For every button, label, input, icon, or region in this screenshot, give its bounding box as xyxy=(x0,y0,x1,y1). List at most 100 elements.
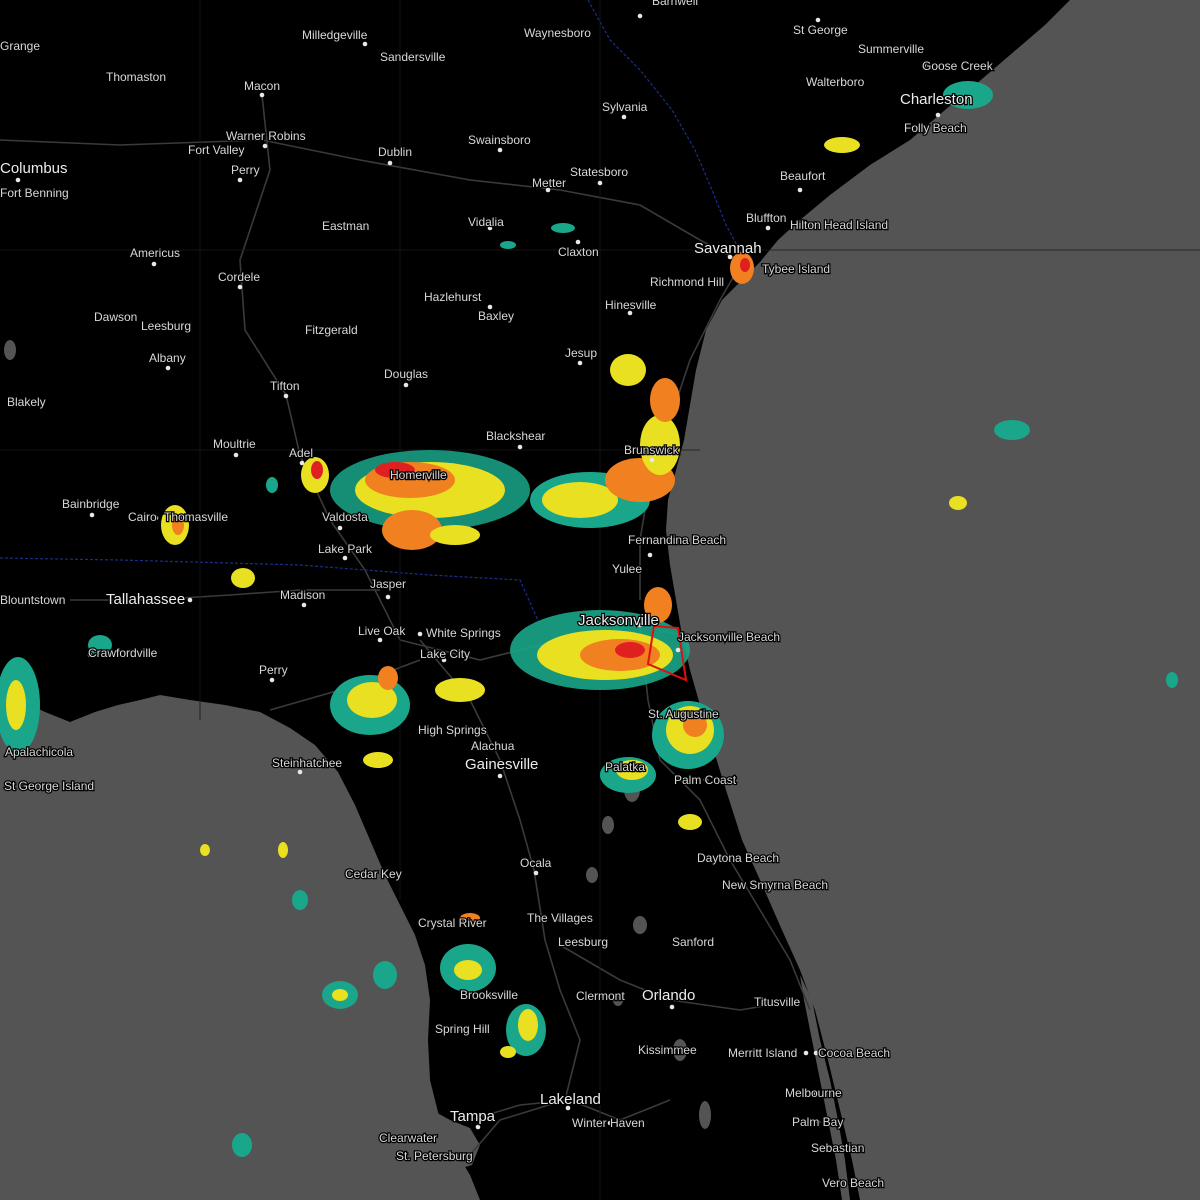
city-label: Leesburg xyxy=(141,319,191,333)
city-label: Thomasville xyxy=(164,510,228,524)
city-label: Fitzgerald xyxy=(305,323,358,337)
city-label: Cedar Key xyxy=(345,867,402,881)
city-label: Tybee Island xyxy=(762,262,830,276)
city-label: Homerville xyxy=(390,468,447,482)
city-label: Spring Hill xyxy=(435,1022,490,1036)
city-label: St George xyxy=(793,23,848,37)
map-canvas: Grange Thomaston Milledgeville Sandersvi… xyxy=(0,0,1200,1200)
city-label: Moultrie xyxy=(213,437,256,451)
city-label: Dawson xyxy=(94,310,137,324)
city-label: Tifton xyxy=(270,379,300,393)
city-label: Grange xyxy=(0,39,40,53)
city-label: Claxton xyxy=(558,245,599,259)
city-label: Milledgeville xyxy=(302,28,368,42)
city-label: Ocala xyxy=(520,856,552,870)
city-label: Albany xyxy=(149,351,186,365)
city-label: Goose Creek xyxy=(922,59,994,73)
city-label: Perry xyxy=(231,163,260,177)
city-label: Steinhatchee xyxy=(272,756,342,770)
city-label: Baxley xyxy=(478,309,514,323)
city-label: Jasper xyxy=(370,577,406,591)
city-label: Perry xyxy=(259,663,288,677)
city-label: Sanford xyxy=(672,935,714,949)
city-label: Bainbridge xyxy=(62,497,120,511)
city-label: Hinesville xyxy=(605,298,657,312)
city-label: Gainesville xyxy=(465,756,538,773)
city-label: Live Oak xyxy=(358,624,406,638)
city-label: Cocoa Beach xyxy=(818,1046,890,1060)
city-label: Adel xyxy=(289,446,313,460)
city-label: Daytona Beach xyxy=(697,851,779,865)
city-label: Bluffton xyxy=(746,211,786,225)
city-label: Statesboro xyxy=(570,165,628,179)
radar-map[interactable]: Grange Thomaston Milledgeville Sandersvi… xyxy=(0,0,1200,1200)
city-label: Fernandina Beach xyxy=(628,533,726,547)
city-label: St. Petersburg xyxy=(396,1149,473,1163)
city-label: Columbus xyxy=(0,160,68,177)
city-label: St. Augustine xyxy=(648,707,719,721)
city-label: Brunswick xyxy=(624,443,680,457)
city-label: Hazlehurst xyxy=(424,290,482,304)
city-label: Melbourne xyxy=(785,1086,842,1100)
city-label: Vidalia xyxy=(468,215,504,229)
city-label: Apalachicola xyxy=(5,745,73,759)
city-label: Swainsboro xyxy=(468,133,531,147)
city-label: Palatka xyxy=(605,760,645,774)
city-label: Palm Bay xyxy=(792,1115,843,1129)
city-label: Orlando xyxy=(642,987,695,1004)
city-label: Tampa xyxy=(450,1108,496,1125)
city-label: Sylvania xyxy=(602,100,648,114)
city-label: Jacksonville Beach xyxy=(678,630,780,644)
city-label: High Springs xyxy=(418,723,487,737)
city-label: Cairo xyxy=(128,510,157,524)
city-label: Macon xyxy=(244,79,280,93)
city-label: Jacksonville xyxy=(578,612,659,629)
city-label: Warner Robins xyxy=(226,129,306,143)
city-label: Clearwater xyxy=(379,1131,437,1145)
city-label: Lakeland xyxy=(540,1091,601,1108)
city-label: Clermont xyxy=(576,989,625,1003)
city-label: Sebastian xyxy=(811,1141,864,1155)
city-label: Crystal River xyxy=(418,916,487,930)
city-label: Alachua xyxy=(471,739,515,753)
city-label: Cordele xyxy=(218,270,260,284)
city-label: Americus xyxy=(130,246,180,260)
city-label: Kissimmee xyxy=(638,1043,697,1057)
city-label: Waynesboro xyxy=(524,26,591,40)
city-label: Fort Valley xyxy=(188,143,244,157)
city-label: Lake City xyxy=(420,647,470,661)
city-label: Blackshear xyxy=(486,429,545,443)
city-label: Beaufort xyxy=(780,169,826,183)
city-label: Hilton Head Island xyxy=(790,218,888,232)
city-label: Tallahassee xyxy=(106,591,185,608)
city-label: Charleston xyxy=(900,91,973,108)
city-label: New Smyrna Beach xyxy=(722,878,828,892)
city-label: Barnwell xyxy=(652,0,698,8)
city-label: Madison xyxy=(280,588,325,602)
city-label: Blakely xyxy=(7,395,46,409)
city-label: Savannah xyxy=(694,240,762,257)
city-label: St George Island xyxy=(4,779,94,793)
city-label: White Springs xyxy=(426,626,501,640)
city-label: Valdosta xyxy=(322,510,368,524)
city-label: Fort Benning xyxy=(0,186,69,200)
city-label: Richmond Hill xyxy=(650,275,724,289)
city-label: Lake Park xyxy=(318,542,373,556)
city-label: Brooksville xyxy=(460,988,518,1002)
city-label: Jesup xyxy=(565,346,597,360)
city-label: The Villages xyxy=(527,911,593,925)
city-label: Folly Beach xyxy=(904,121,967,135)
city-label: Sandersville xyxy=(380,50,446,64)
city-label: Thomaston xyxy=(106,70,166,84)
city-label: Eastman xyxy=(322,219,369,233)
city-label: Titusville xyxy=(754,995,801,1009)
city-label: Winter Haven xyxy=(572,1116,645,1130)
city-label: Yulee xyxy=(612,562,642,576)
city-label: Crawfordville xyxy=(88,646,158,660)
city-label: Merritt Island xyxy=(728,1046,797,1060)
city-label: Metter xyxy=(532,176,566,190)
city-label: Blountstown xyxy=(0,593,65,607)
city-label: Douglas xyxy=(384,367,428,381)
city-label: Dublin xyxy=(378,145,412,159)
city-label: Walterboro xyxy=(806,75,865,89)
